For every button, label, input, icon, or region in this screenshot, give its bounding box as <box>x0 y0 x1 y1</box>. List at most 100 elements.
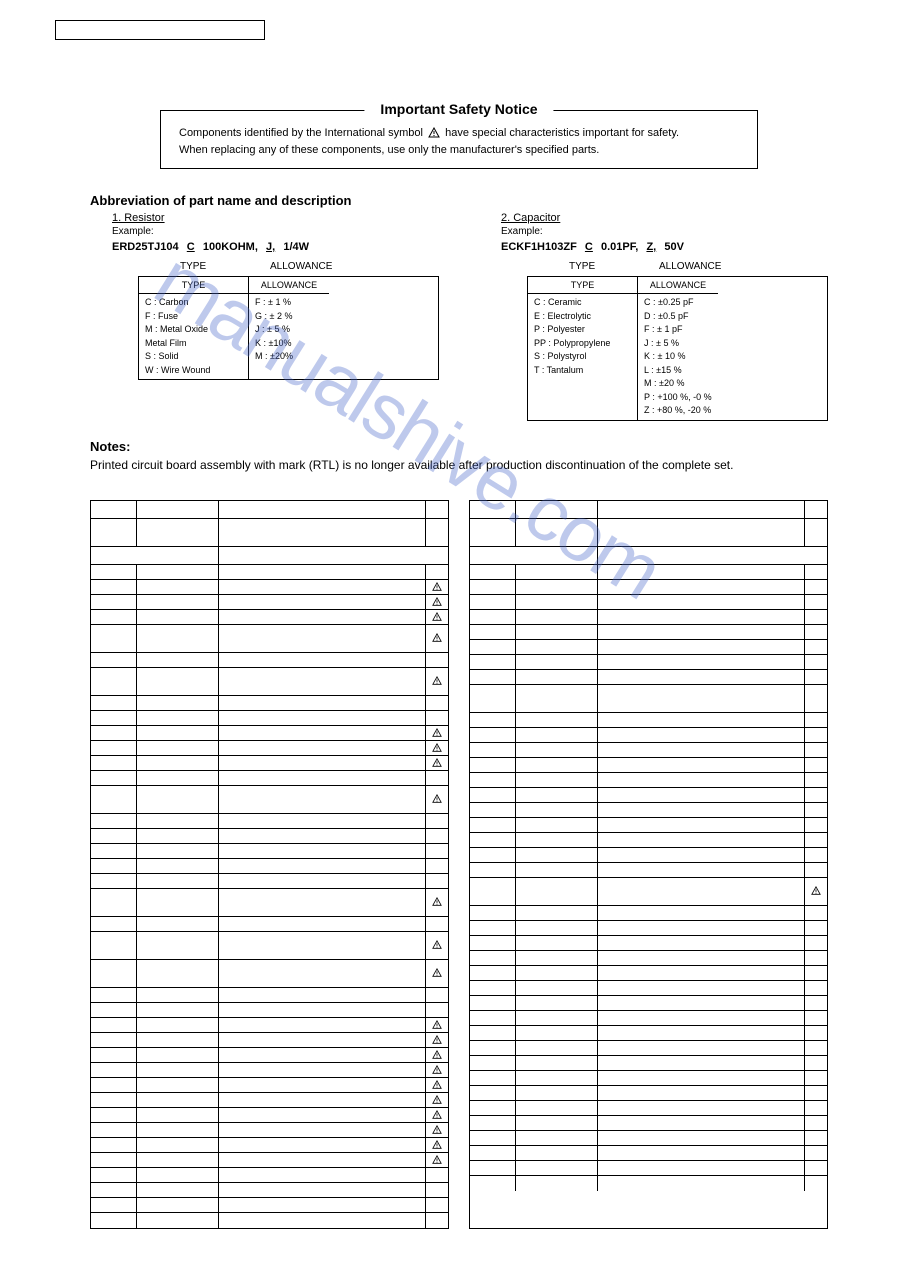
capacitor-part-example: ECKF1H103ZF C 0.01PF, Z, 50V <box>501 241 828 253</box>
safety-mark-cell <box>426 741 448 755</box>
table-row <box>91 1108 448 1123</box>
table-row <box>91 1063 448 1078</box>
safety-mark-cell <box>805 906 827 920</box>
safety-title: Important Safety Notice <box>364 101 553 117</box>
table-row <box>470 981 827 996</box>
safety-mark-cell <box>426 859 448 873</box>
table-row <box>91 829 448 844</box>
safety-mark-cell <box>426 786 448 813</box>
safety-mark-cell <box>805 1026 827 1040</box>
table-section-header <box>91 547 448 565</box>
safety-mark-cell <box>805 1041 827 1055</box>
safety-line2: When replacing any of these components, … <box>179 144 599 156</box>
table-row <box>91 1078 448 1093</box>
table-row <box>91 1048 448 1063</box>
table-row <box>470 685 827 713</box>
resistor-allows: F : ± 1 % G : ± 2 % J : ± 5 % K : ±10% M… <box>249 294 329 379</box>
resistor-table: TYPE ALLOWANCE C : Carbon F : Fuse M : M… <box>138 276 439 380</box>
safety-mark-cell <box>805 1116 827 1130</box>
table-row <box>470 610 827 625</box>
safety-mark-cell <box>805 501 827 518</box>
table-row <box>91 771 448 786</box>
safety-mark-cell <box>426 1138 448 1152</box>
safety-mark-cell <box>805 758 827 772</box>
table-row <box>91 1003 448 1018</box>
safety-mark-cell <box>805 1011 827 1025</box>
safety-mark-cell <box>426 1168 448 1182</box>
safety-mark-cell <box>426 1153 448 1167</box>
safety-mark-cell <box>426 1003 448 1017</box>
safety-mark-cell <box>426 668 448 695</box>
safety-mark-cell <box>805 1071 827 1085</box>
table-row <box>91 1198 448 1213</box>
safety-mark-cell <box>805 833 827 847</box>
table-row <box>470 818 827 833</box>
table-row <box>470 1041 827 1056</box>
table-row <box>470 878 827 906</box>
table-row <box>91 726 448 741</box>
safety-mark-cell <box>426 711 448 725</box>
table-row <box>470 640 827 655</box>
table-row <box>91 741 448 756</box>
table-row <box>91 756 448 771</box>
notes-text: Printed circuit board assembly with mark… <box>90 458 828 472</box>
table-row <box>470 595 827 610</box>
safety-mark-cell <box>426 1213 448 1228</box>
safety-mark-cell <box>805 580 827 594</box>
table-row <box>470 833 827 848</box>
safety-mark-cell <box>426 1123 448 1137</box>
capacitor-example-label: Example: <box>501 226 828 237</box>
table-row <box>91 501 448 519</box>
parts-tables <box>90 500 828 1229</box>
capacitor-types: C : Ceramic E : Electrolytic P : Polyest… <box>528 294 638 420</box>
safety-mark-cell <box>805 803 827 817</box>
safety-mark-cell <box>426 917 448 931</box>
safety-mark-cell <box>805 966 827 980</box>
safety-mark-cell <box>426 844 448 858</box>
safety-mark-cell <box>805 1086 827 1100</box>
safety-mark-cell <box>805 951 827 965</box>
table-row <box>470 906 827 921</box>
capacitor-table: TYPE ALLOWANCE C : Ceramic E : Electroly… <box>527 276 828 421</box>
safety-mark-cell <box>805 1131 827 1145</box>
table-row <box>470 519 827 547</box>
safety-mark-cell <box>805 818 827 832</box>
resistor-label-row: TYPE ALLOWANCE <box>90 261 439 272</box>
resistor-example-label: Example: <box>112 226 439 237</box>
safety-mark-cell <box>426 771 448 785</box>
table-row <box>470 713 827 728</box>
table-row <box>470 670 827 685</box>
safety-mark-cell <box>426 988 448 1002</box>
safety-mark-cell <box>426 889 448 916</box>
safety-mark-cell <box>426 829 448 843</box>
resistor-part-example: ERD25TJ104 C 100KOHM, J, 1/4W <box>112 241 439 253</box>
table-row <box>91 711 448 726</box>
safety-mark-cell <box>805 981 827 995</box>
table-row <box>470 773 827 788</box>
table-row <box>470 936 827 951</box>
table-row <box>470 1086 827 1101</box>
table-row <box>470 625 827 640</box>
table-row <box>470 788 827 803</box>
abbreviation-columns: 1. Resistor Example: ERD25TJ104 C 100KOH… <box>90 212 828 421</box>
safety-mark-cell <box>805 936 827 950</box>
table-row <box>91 1183 448 1198</box>
safety-mark-cell <box>426 726 448 740</box>
table-row <box>91 1033 448 1048</box>
table-row <box>470 1026 827 1041</box>
safety-mark-cell <box>426 1048 448 1062</box>
table-row <box>91 610 448 625</box>
table-row <box>91 988 448 1003</box>
notes-heading: Notes: <box>90 439 828 454</box>
safety-mark-cell <box>426 610 448 624</box>
resistor-column: 1. Resistor Example: ERD25TJ104 C 100KOH… <box>90 212 439 421</box>
safety-mark-cell <box>805 1161 827 1175</box>
capacitor-label-row: TYPE ALLOWANCE <box>479 261 828 272</box>
safety-mark-cell <box>805 863 827 877</box>
parts-table-left <box>90 500 449 1229</box>
page: Important Safety Notice Components ident… <box>0 0 918 1269</box>
table-row <box>91 889 448 917</box>
table-row <box>470 996 827 1011</box>
safety-mark-cell <box>805 670 827 684</box>
safety-notice-box: Important Safety Notice Components ident… <box>160 110 758 169</box>
